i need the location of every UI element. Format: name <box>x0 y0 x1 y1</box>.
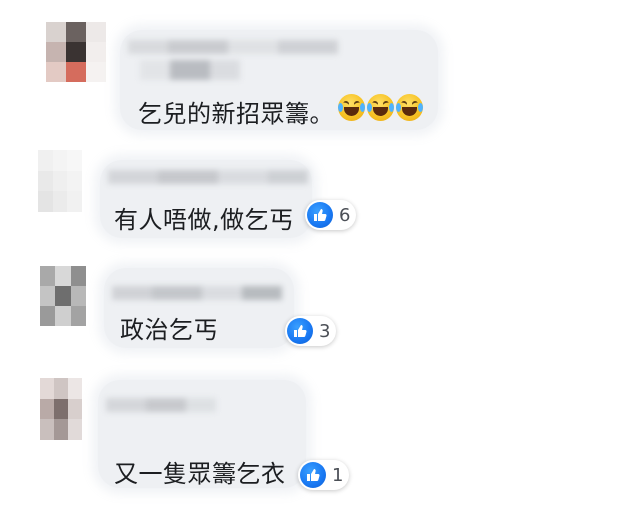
avatar[interactable] <box>38 150 82 212</box>
reaction-summary[interactable]: 1 <box>298 460 350 490</box>
comment-text: 又一隻眾籌乞衣 <box>114 460 286 488</box>
thumbs-up-icon <box>300 462 326 488</box>
comment-feed: 乞兒的新招眾籌。 有人唔做,做乞丐 6 政治乞丐 3 又一隻眾籌乞衣 1 <box>0 0 640 515</box>
comment-text: 乞兒的新招眾籌。 <box>138 100 334 128</box>
like-count: 3 <box>319 320 331 342</box>
haha-icon <box>367 94 394 121</box>
haha-icon <box>396 94 423 121</box>
thumbs-up-icon <box>307 202 333 228</box>
reaction-summary[interactable]: 3 <box>285 316 337 346</box>
avatar[interactable] <box>40 266 86 326</box>
reaction-summary[interactable] <box>338 94 425 121</box>
commenter-name-redacted <box>108 170 308 184</box>
reaction-summary[interactable]: 6 <box>305 200 357 230</box>
like-count: 6 <box>339 204 351 226</box>
comment-text: 政治乞丐 <box>120 316 218 344</box>
commenter-name-redacted <box>106 398 216 412</box>
comment-text: 有人唔做,做乞丐 <box>114 206 294 234</box>
avatar[interactable] <box>46 22 106 82</box>
commenter-name-redacted <box>112 286 282 300</box>
commenter-name-redacted-line2 <box>140 60 240 80</box>
haha-icon <box>338 94 365 121</box>
like-count: 1 <box>332 464 344 486</box>
commenter-name-redacted <box>128 40 338 54</box>
avatar[interactable] <box>40 378 82 440</box>
thumbs-up-icon <box>287 318 313 344</box>
